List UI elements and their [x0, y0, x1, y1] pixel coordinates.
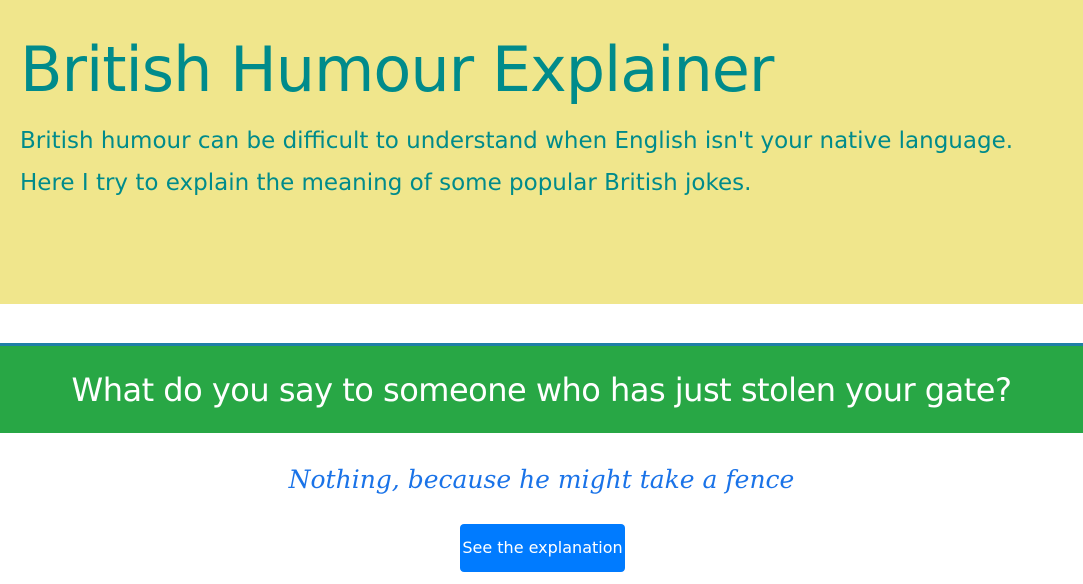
hero-jumbotron: British Humour Explainer British humour … — [0, 0, 1083, 304]
joke-question: What do you say to someone who has just … — [71, 370, 1012, 409]
joke-answer: Nothing, because he might take a fence — [288, 465, 795, 494]
intro-text: British humour can be difficult to under… — [20, 128, 1014, 196]
page-title: British Humour Explainer — [20, 33, 774, 106]
see-explanation-button[interactable]: See the explanation — [460, 524, 625, 572]
joke-question-banner: What do you say to someone who has just … — [0, 343, 1083, 433]
